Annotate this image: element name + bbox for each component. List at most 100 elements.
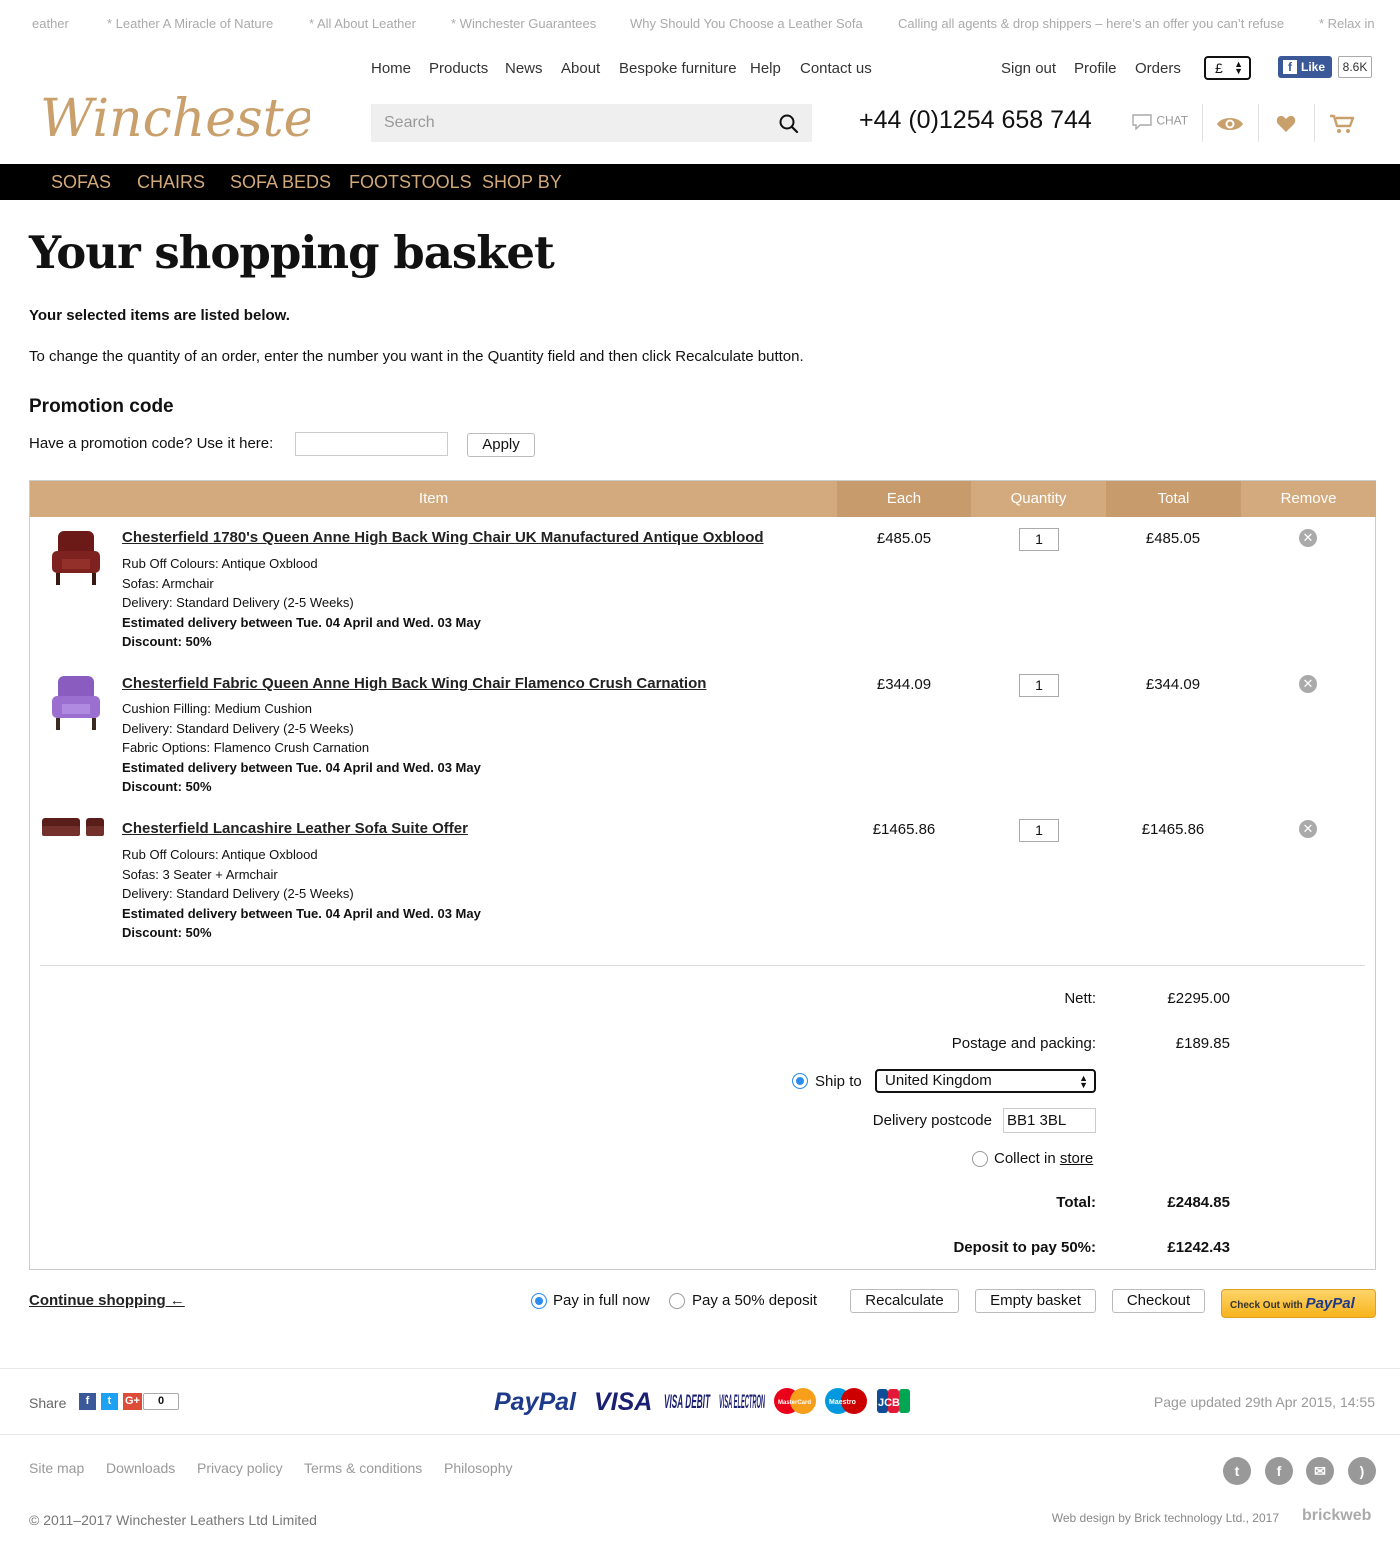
- quantity-input[interactable]: 1: [1019, 528, 1059, 551]
- nav-bespoke-furniture[interactable]: Bespoke furniture: [619, 60, 737, 77]
- chat-button[interactable]: CHAT: [1131, 113, 1188, 131]
- remove-icon[interactable]: ✕: [1299, 529, 1317, 547]
- promo-code-input[interactable]: [295, 432, 448, 456]
- product-link[interactable]: Chesterfield Fabric Queen Anne High Back…: [122, 675, 706, 692]
- ticker-item[interactable]: eather: [32, 16, 69, 31]
- facebook-icon: f: [1283, 60, 1297, 74]
- share-count: 0: [143, 1393, 179, 1410]
- divider: [0, 1368, 1400, 1369]
- pay-full-radio[interactable]: [531, 1293, 547, 1309]
- product-link[interactable]: Chesterfield 1780's Queen Anne High Back…: [122, 529, 764, 546]
- visa-debit-logo: VISA DEBIT: [664, 1392, 711, 1413]
- ticker-item[interactable]: * All About Leather: [309, 16, 416, 31]
- postcode-input[interactable]: BB1 3BL: [1003, 1108, 1096, 1133]
- discount-text: Discount: 50%: [122, 634, 212, 649]
- phone-number[interactable]: +44 (0)1254 658 744: [859, 106, 1092, 135]
- product-thumbnail[interactable]: [46, 674, 106, 734]
- empty-basket-button[interactable]: Empty basket: [975, 1289, 1096, 1313]
- copyright: © 2011–2017 Winchester Leathers Ltd Limi…: [29, 1512, 317, 1528]
- category-chairs[interactable]: Chairs: [137, 172, 205, 193]
- category-sofas[interactable]: Sofas: [51, 172, 111, 193]
- category-bar: Sofas Chairs Sofa beds Footstools Shop b…: [0, 164, 1400, 200]
- ticker-item[interactable]: * Leather A Miracle of Nature: [107, 16, 273, 31]
- ticker-item[interactable]: * Relax in: [1319, 16, 1375, 31]
- eye-icon: [1217, 118, 1243, 130]
- remove-icon[interactable]: ✕: [1299, 820, 1317, 838]
- recalculate-button[interactable]: Recalculate: [850, 1289, 959, 1313]
- facebook-like-button[interactable]: f Like: [1278, 56, 1332, 78]
- nav-home[interactable]: Home: [371, 60, 411, 77]
- google-plus-share-icon[interactable]: G+: [123, 1393, 142, 1410]
- ticker-item[interactable]: Calling all agents & drop shippers – her…: [898, 16, 1284, 31]
- page-updated: Page updated 29th Apr 2015, 14:55: [1153, 1394, 1375, 1410]
- category-sofa-beds[interactable]: Sofa beds: [230, 172, 331, 193]
- continue-shopping-link[interactable]: Continue shopping ←: [29, 1292, 185, 1309]
- product-thumbnail[interactable]: [46, 529, 106, 589]
- checkout-button[interactable]: Checkout: [1112, 1289, 1205, 1313]
- category-shop-by[interactable]: Shop by: [482, 172, 562, 193]
- collect-radio[interactable]: [972, 1151, 988, 1167]
- remove-icon[interactable]: ✕: [1299, 675, 1317, 693]
- share-label: Share: [29, 1395, 67, 1411]
- divider: [0, 1434, 1400, 1435]
- svg-text:Maestro: Maestro: [829, 1399, 856, 1406]
- twitter-icon[interactable]: t: [1223, 1457, 1251, 1485]
- viewed-button[interactable]: [1202, 106, 1258, 142]
- nav-help[interactable]: Help: [750, 60, 781, 77]
- footer-link-downloads[interactable]: Downloads: [106, 1460, 175, 1476]
- rss-icon[interactable]: ): [1348, 1457, 1376, 1485]
- quantity-input[interactable]: 1: [1019, 819, 1059, 842]
- wishlist-button[interactable]: [1258, 106, 1314, 142]
- orders-link[interactable]: Orders: [1135, 60, 1181, 77]
- page-title: Your shopping basket: [29, 226, 555, 279]
- payment-logos: PayPal VISA VISA DEBIT VISA ELECTRON Mas…: [494, 1388, 910, 1416]
- brickweb-logo[interactable]: brickweb: [1302, 1507, 1371, 1525]
- collect-label: Collect in store: [994, 1150, 1094, 1167]
- footer-link-philosophy[interactable]: Philosophy: [444, 1460, 513, 1476]
- search-icon[interactable]: [775, 110, 803, 138]
- store-link[interactable]: store: [1060, 1150, 1093, 1167]
- item-total-price: £344.09: [1145, 676, 1201, 693]
- ship-to-radio[interactable]: [792, 1073, 808, 1089]
- footer-link-privacy-policy[interactable]: Privacy policy: [197, 1460, 283, 1476]
- quantity-input[interactable]: 1: [1019, 674, 1059, 697]
- nav-about[interactable]: About: [561, 60, 600, 77]
- pay-deposit-radio[interactable]: [669, 1293, 685, 1309]
- search-input[interactable]: [371, 104, 812, 142]
- maestro-logo: Maestro: [825, 1388, 867, 1414]
- svg-text:JCB: JCB: [878, 1397, 900, 1409]
- select-arrows-icon: ▲ ▼: [1234, 59, 1243, 76]
- discount-text: Discount: 50%: [122, 779, 212, 794]
- footer-link-site-map[interactable]: Site map: [29, 1460, 84, 1476]
- ticker-item[interactable]: * Winchester Guarantees: [451, 16, 596, 31]
- ticker-item[interactable]: Why Should You Choose a Leather Sofa: [630, 16, 863, 31]
- currency-select[interactable]: £ ▲ ▼: [1204, 56, 1251, 80]
- sign-out-link[interactable]: Sign out: [1001, 60, 1056, 77]
- nav-news[interactable]: News: [505, 60, 543, 77]
- apply-promo-button[interactable]: Apply: [467, 433, 535, 457]
- facebook-icon[interactable]: f: [1265, 1457, 1293, 1485]
- jcb-logo: JCB: [877, 1389, 910, 1413]
- design-credit[interactable]: Web design by Brick technology Ltd., 201…: [1000, 1511, 1279, 1525]
- visa-electron-logo: VISA ELECTRON: [719, 1392, 765, 1413]
- item-each-price: £485.05: [876, 530, 932, 547]
- paypal-checkout-button[interactable]: Check Out with PayPal: [1221, 1289, 1376, 1318]
- postage-label: Postage and packing:: [951, 1035, 1096, 1052]
- email-icon[interactable]: ✉: [1306, 1457, 1334, 1485]
- postcode-label: Delivery postcode: [872, 1112, 992, 1129]
- profile-link[interactable]: Profile: [1074, 60, 1117, 77]
- instructions-text: To change the quantity of an order, ente…: [29, 348, 804, 365]
- category-footstools[interactable]: Footstools: [349, 172, 472, 193]
- product-link[interactable]: Chesterfield Lancashire Leather Sofa Sui…: [122, 820, 468, 837]
- footer-link-terms[interactable]: Terms & conditions: [304, 1460, 422, 1476]
- country-select[interactable]: United Kingdom ▲ ▼: [875, 1069, 1096, 1093]
- twitter-share-icon[interactable]: t: [101, 1393, 118, 1410]
- nav-contact-us[interactable]: Contact us: [800, 60, 872, 77]
- nav-products[interactable]: Products: [429, 60, 488, 77]
- facebook-share-icon[interactable]: f: [79, 1393, 96, 1410]
- product-thumbnail[interactable]: [40, 806, 106, 846]
- cart-button[interactable]: [1314, 106, 1370, 142]
- column-header-item: Item: [30, 481, 837, 517]
- winchester-logo[interactable]: Winchester: [40, 56, 310, 146]
- divider: [40, 965, 1365, 966]
